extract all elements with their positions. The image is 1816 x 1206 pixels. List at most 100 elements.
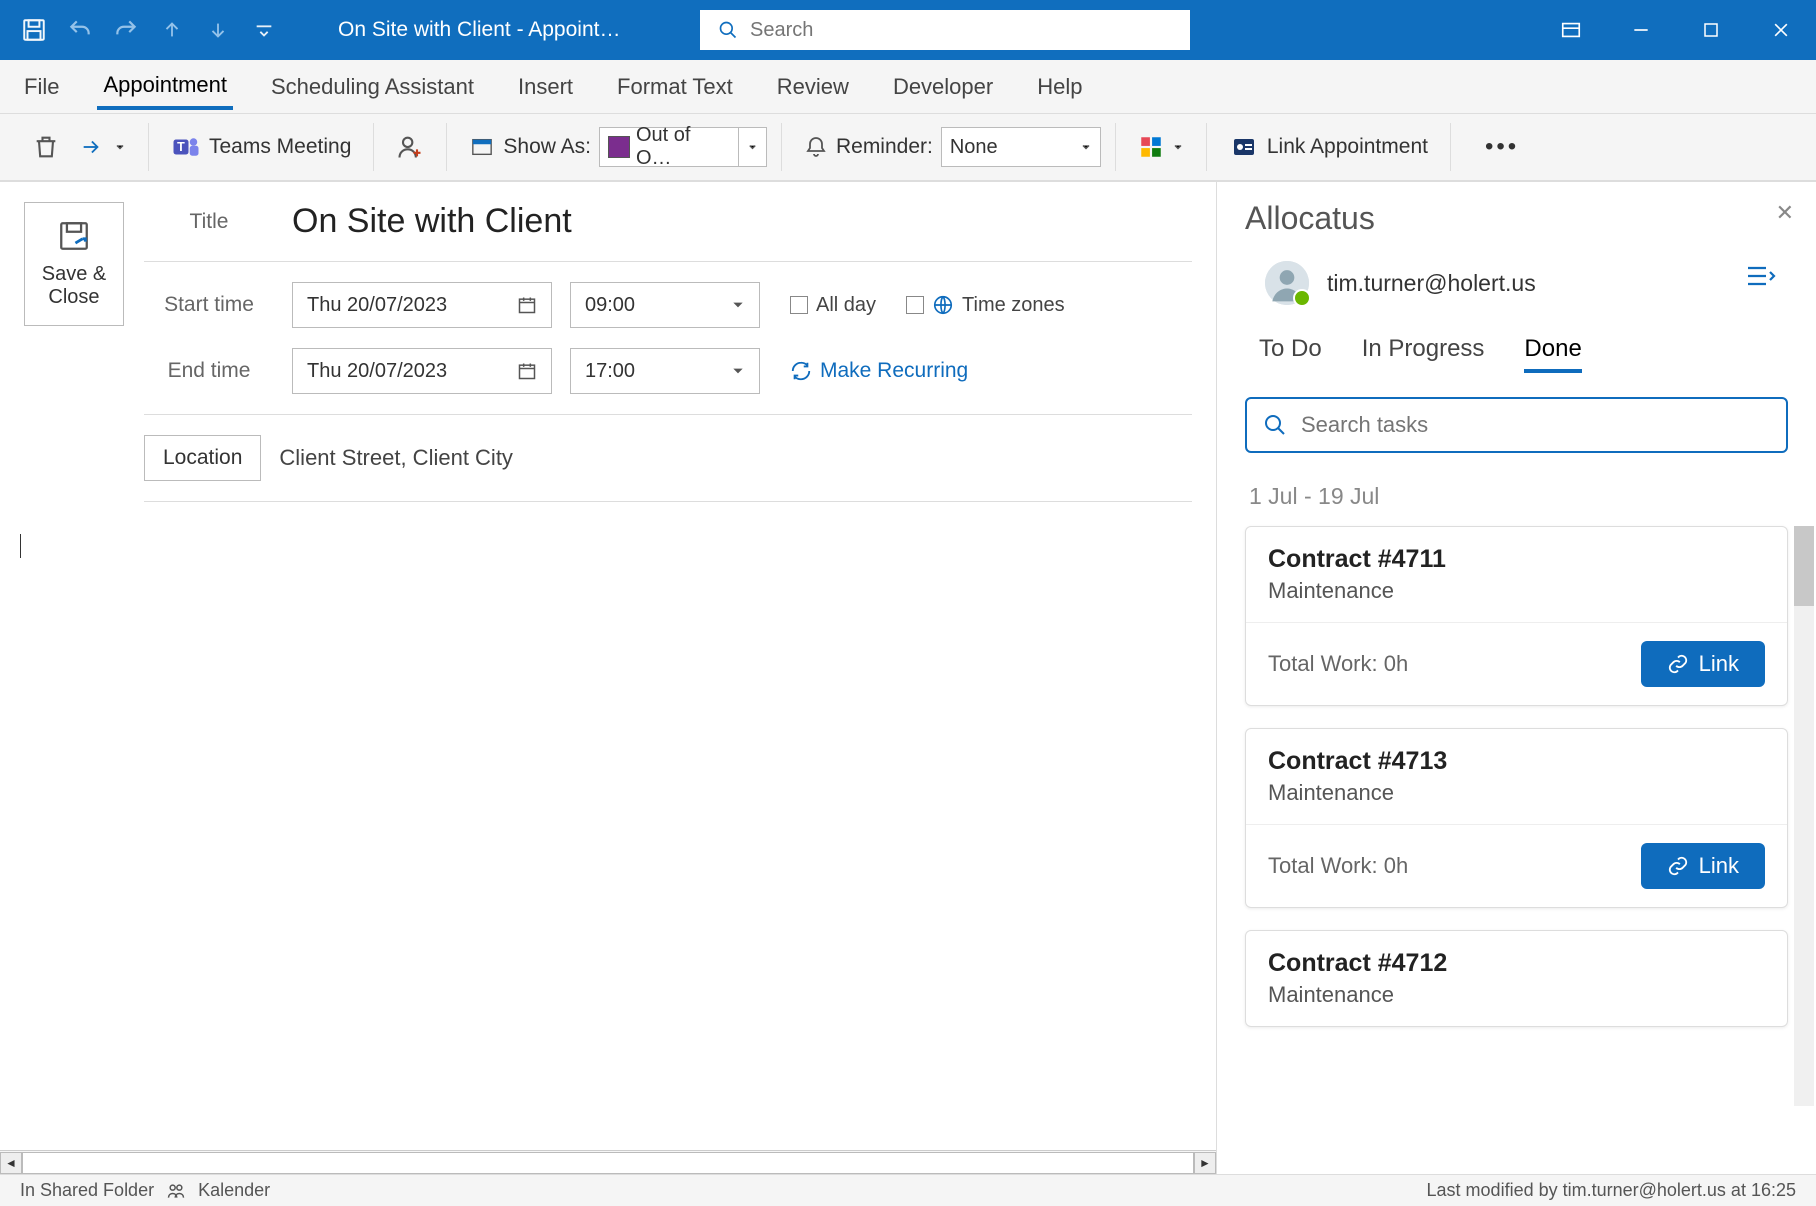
more-commands-button[interactable]: ••• [1465,133,1539,161]
customize-qat-icon[interactable] [250,16,278,44]
end-time-value: 17:00 [585,360,635,383]
teams-icon: T [171,132,201,162]
panel-title: Allocatus [1245,200,1788,237]
tab-file[interactable]: File [18,66,65,108]
ribbon-toolbar: T Teams Meeting Show As: Out of O… Remin… [0,114,1816,182]
link-button-label: Link [1699,853,1739,879]
start-date-value: Thu 20/07/2023 [307,294,447,317]
reminder-value: None [950,136,998,159]
show-as-dropdown-arrow[interactable] [739,127,767,167]
task-total-work: Total Work: 0h [1268,651,1408,677]
title-input[interactable] [292,202,1192,241]
search-icon [718,20,738,40]
categorize-button[interactable] [1130,130,1192,164]
task-title: Contract #4712 [1268,949,1765,978]
horizontal-scrollbar[interactable]: ◄ ► [0,1150,1216,1174]
panel-tab-todo[interactable]: To Do [1259,335,1322,373]
tab-review[interactable]: Review [771,66,855,108]
save-close-icon [57,219,91,253]
forward-button[interactable] [68,132,134,162]
link-icon [1667,855,1689,877]
end-date-value: Thu 20/07/2023 [307,360,447,383]
end-time-label: End time [144,359,274,383]
appointment-form: Save &Close Title Start time Thu 20/07/2… [0,182,1216,1174]
task-subtitle: Maintenance [1268,982,1765,1008]
user-avatar [1265,261,1309,305]
task-search-box[interactable] [1245,397,1788,453]
scroll-right-icon[interactable]: ► [1194,1152,1216,1174]
task-link-button[interactable]: Link [1641,843,1765,889]
delete-button[interactable] [24,129,68,165]
tab-format-text[interactable]: Format Text [611,66,739,108]
title-search-input[interactable] [750,19,1172,42]
show-as-dropdown[interactable]: Out of O… [599,127,739,167]
allocatus-panel: Allocatus ✕ tim.turner@holert.us To Do I… [1216,182,1816,1174]
tab-appointment[interactable]: Appointment [97,64,233,110]
location-value[interactable]: Client Street, Client City [279,445,513,471]
appointment-body[interactable] [0,522,1216,1150]
tab-help[interactable]: Help [1031,66,1088,108]
chevron-down-icon [114,141,126,153]
show-as-icon [469,136,495,158]
start-time-picker[interactable]: 09:00 [570,282,760,328]
show-as-group: Show As: [461,131,599,163]
reminder-dropdown[interactable]: None [941,127,1101,167]
teams-meeting-button[interactable]: T Teams Meeting [163,128,359,166]
close-button[interactable] [1746,0,1816,60]
task-card[interactable]: Contract #4712 Maintenance [1245,930,1788,1027]
window-title: On Site with Client - Appoint… [338,18,620,42]
save-and-close-button[interactable]: Save &Close [24,202,124,326]
panel-tab-done[interactable]: Done [1524,335,1581,373]
shared-folder-label: In Shared Folder [20,1180,154,1201]
search-icon [1263,413,1287,437]
title-bar: On Site with Client - Appoint… [0,0,1816,60]
task-card[interactable]: Contract #4711 Maintenance Total Work: 0… [1245,526,1788,706]
maximize-button[interactable] [1676,0,1746,60]
time-zones-checkbox[interactable]: Time zones [906,294,1065,317]
arrow-down-icon[interactable] [204,16,232,44]
end-date-picker[interactable]: Thu 20/07/2023 [292,348,552,394]
panel-tab-in-progress[interactable]: In Progress [1362,335,1485,373]
save-icon[interactable] [20,16,48,44]
arrow-up-icon[interactable] [158,16,186,44]
panel-menu-button[interactable] [1746,264,1776,288]
make-recurring-link[interactable]: Make Recurring [790,359,968,383]
undo-icon[interactable] [66,16,94,44]
invite-attendees-button[interactable] [388,129,432,165]
reminder-label: Reminder: [836,135,933,159]
user-email: tim.turner@holert.us [1327,270,1536,297]
all-day-checkbox[interactable]: All day [790,294,876,317]
ribbon-tab-strip: File Appointment Scheduling Assistant In… [0,60,1816,114]
tab-insert[interactable]: Insert [512,66,579,108]
reminder-group: Reminder: [796,130,941,164]
task-card[interactable]: Contract #4713 Maintenance Total Work: 0… [1245,728,1788,908]
redo-icon[interactable] [112,16,140,44]
save-close-label-2: Close [48,286,99,308]
globe-icon [932,294,954,316]
make-recurring-label: Make Recurring [820,359,968,383]
link-icon [1667,653,1689,675]
task-list: Contract #4711 Maintenance Total Work: 0… [1245,526,1788,1027]
scroll-left-icon[interactable]: ◄ [0,1152,22,1174]
title-search-box[interactable] [700,10,1190,50]
task-scrollbar[interactable] [1794,526,1814,1106]
minimize-button[interactable] [1606,0,1676,60]
ribbon-display-icon[interactable] [1536,0,1606,60]
teams-meeting-label: Teams Meeting [209,135,351,159]
link-appointment-label: Link Appointment [1267,135,1428,159]
svg-text:T: T [177,140,185,154]
end-time-picker[interactable]: 17:00 [570,348,760,394]
tab-scheduling-assistant[interactable]: Scheduling Assistant [265,66,480,108]
scroll-track[interactable] [22,1152,1194,1174]
out-of-office-swatch [608,136,630,158]
calendar-icon [517,295,537,315]
location-button[interactable]: Location [144,435,261,481]
tab-developer[interactable]: Developer [887,66,999,108]
start-date-picker[interactable]: Thu 20/07/2023 [292,282,552,328]
task-link-button[interactable]: Link [1641,641,1765,687]
task-search-input[interactable] [1301,412,1770,438]
link-appointment-button[interactable]: Link Appointment [1221,131,1436,163]
close-panel-button[interactable]: ✕ [1776,200,1794,226]
status-bar: In Shared Folder Kalender Last modified … [0,1174,1816,1206]
link-button-label: Link [1699,651,1739,677]
